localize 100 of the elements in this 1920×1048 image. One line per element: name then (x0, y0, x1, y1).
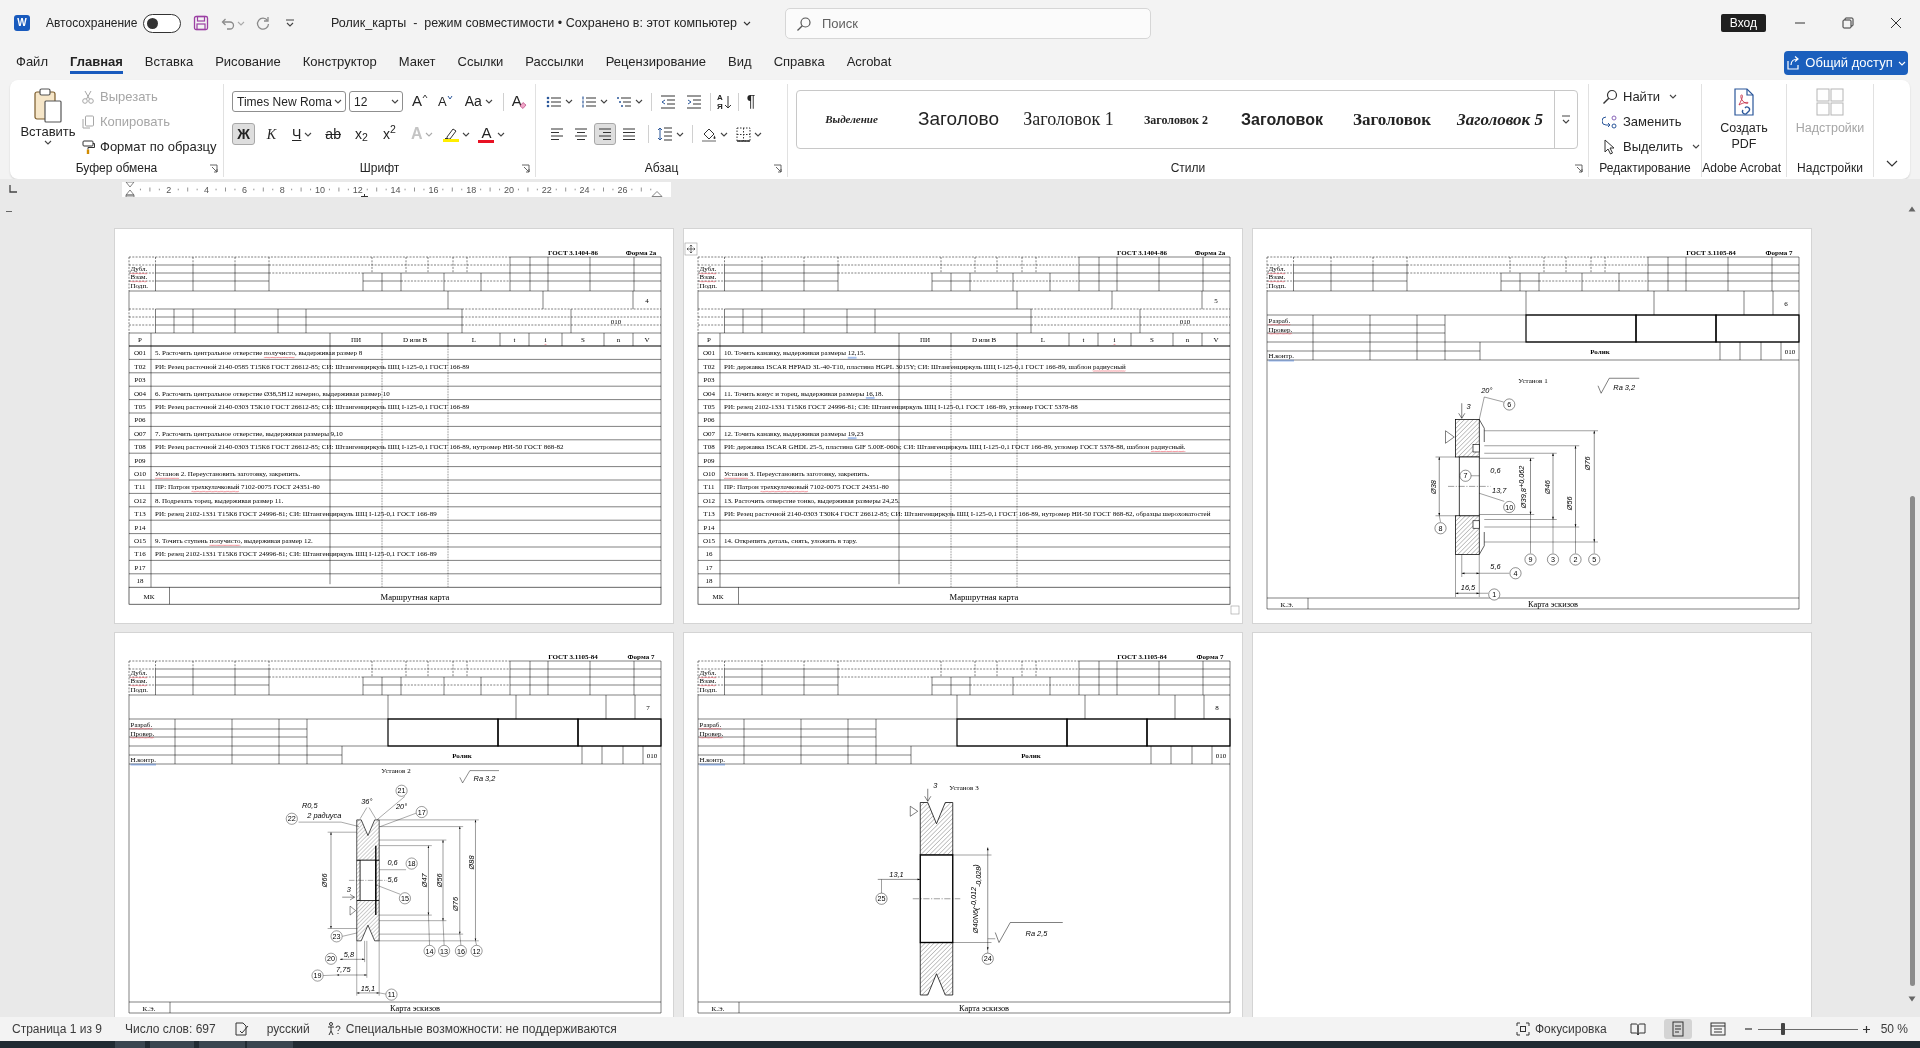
shrink-font-button[interactable]: A (435, 91, 456, 112)
align-right-button[interactable] (594, 123, 616, 145)
redo-icon[interactable] (255, 15, 272, 31)
menu-tab[interactable]: Справка (773, 52, 825, 74)
replace-button[interactable]: Заменить (1602, 109, 1701, 134)
menu-tab[interactable]: Вид (728, 52, 752, 74)
ruler-number: 6 (241, 184, 247, 194)
dimension-label: 3 (933, 780, 938, 790)
font-size-field[interactable]: 12 (349, 91, 403, 112)
document-title[interactable]: Ролик_карты - режим совместимости • Сохранено в: этот компьютер (331, 13, 751, 33)
font-name-field[interactable]: Times New Roma (232, 91, 346, 112)
clear-formatting-button[interactable]: A (509, 91, 529, 112)
sort-button[interactable]: А Я (717, 91, 732, 112)
caret-down-icon (1897, 60, 1906, 66)
style-item[interactable]: Заголовок (1226, 91, 1338, 148)
minus-icon[interactable] (1743, 1025, 1753, 1033)
zoom-slider-thumb[interactable] (1780, 1023, 1785, 1035)
find-button[interactable]: Найти (1602, 84, 1701, 109)
menu-tab[interactable]: Acrobat (846, 52, 892, 74)
paste-button[interactable]: Вставить (22, 84, 74, 159)
zoom-level-button[interactable]: 50 % (1880, 1020, 1908, 1038)
plus-icon[interactable] (1861, 1024, 1871, 1034)
multilevel-list-icon (616, 94, 632, 109)
save-icon[interactable] (193, 15, 210, 31)
superscript-button[interactable]: x$^{2}$ (377, 123, 401, 145)
create-pdf-button[interactable]: Создать PDF (1714, 88, 1774, 152)
menu-tab[interactable]: Главная (69, 52, 123, 74)
close-icon[interactable] (1890, 17, 1902, 29)
accessibility-button[interactable]: Специальные возможности: не поддерживаются (325, 1020, 617, 1038)
callout-marker: 11 (385, 988, 398, 1001)
dialog-launcher-icon[interactable] (209, 163, 218, 173)
tab-selector-icon[interactable] (8, 184, 18, 194)
page-count-button[interactable]: Страница 1 из 9 (12, 1020, 102, 1038)
bulleted-list-icon (546, 94, 562, 109)
menu-tab[interactable]: Файл (16, 52, 48, 74)
style-item[interactable]: Выделение (797, 91, 906, 148)
format-painter-button[interactable]: Формат по образцу (81, 134, 217, 159)
group-label: Редактирование (1599, 160, 1691, 177)
proofing-icon[interactable] (233, 1021, 250, 1037)
subscript-button[interactable]: x$_{2}$ (349, 123, 373, 145)
style-item[interactable]: Заголовок 1 (1011, 91, 1126, 148)
paint-bucket-icon (701, 126, 717, 142)
menu-tab[interactable]: Макет (398, 52, 436, 74)
strikethrough-button[interactable]: ab (321, 123, 345, 145)
dialog-launcher-icon[interactable] (1574, 163, 1583, 173)
indent-marker-icon[interactable] (125, 181, 135, 197)
grow-font-button[interactable]: A (409, 91, 431, 112)
ruler-number: 2 (166, 184, 172, 194)
resize-handle-icon[interactable] (1230, 605, 1240, 615)
menu-tab[interactable]: Рассылки (525, 52, 584, 74)
italic-button[interactable]: К (260, 123, 283, 145)
move-handle-icon[interactable] (684, 242, 698, 256)
menu-tab[interactable]: Рисование (215, 52, 281, 74)
caret-down-icon (304, 131, 313, 137)
print-layout-button[interactable] (1663, 1019, 1692, 1039)
dimension-line (1552, 453, 1554, 520)
sign-in-button[interactable]: Вход (1720, 14, 1766, 32)
autosave-toggle[interactable] (143, 13, 182, 33)
style-item[interactable]: Заголовок 5 (1446, 91, 1554, 148)
scrollbar-thumb[interactable] (1909, 496, 1915, 986)
caret-down-icon (676, 131, 684, 137)
right-indent-marker-icon[interactable] (651, 190, 663, 197)
dimension-label: Ø46 (1542, 480, 1552, 494)
menu-tab[interactable]: Ссылки (457, 52, 504, 74)
dialog-launcher-icon[interactable] (521, 163, 530, 173)
zoom-slider[interactable] (1757, 1023, 1858, 1035)
menu-tab[interactable]: Конструктор (302, 52, 377, 74)
show-formatting-marks-button[interactable]: ¶ (746, 91, 756, 112)
caret-down-icon (425, 131, 434, 137)
font-color-button[interactable]: A (478, 123, 506, 145)
chevron-down-icon[interactable] (1886, 160, 1898, 167)
menu-tab[interactable]: Вставка (144, 52, 194, 74)
style-item[interactable]: Заголово (906, 91, 1011, 148)
style-item[interactable]: Заголовок 2 (1126, 91, 1226, 148)
bold-button[interactable]: Ж (232, 123, 255, 145)
vertical-ruler (6, 211, 12, 212)
caret-down-icon (334, 99, 342, 104)
select-button[interactable]: Выделить (1602, 134, 1701, 159)
scroll-up-arrow-icon[interactable] (1908, 206, 1916, 212)
search-field[interactable]: Поиск (785, 7, 1151, 39)
underline-button[interactable]: Ч (288, 123, 317, 145)
dimension-label: 3 (1466, 401, 1471, 411)
share-button[interactable]: Общий доступ (1784, 51, 1908, 75)
tab-stop-icon[interactable] (360, 193, 369, 197)
style-item[interactable]: Заголовок (1338, 91, 1446, 148)
menu-tab[interactable]: Рецензирование (605, 52, 707, 74)
scroll-down-arrow-icon[interactable] (1908, 996, 1916, 1002)
ruler-number: 24 (579, 184, 590, 194)
language-button[interactable]: русский (266, 1020, 310, 1038)
customize-toolbar-icon[interactable] (285, 19, 296, 27)
restore-icon[interactable] (1842, 17, 1854, 29)
leader-line (881, 879, 882, 894)
change-case-button[interactable]: Aa (461, 91, 496, 112)
focus-button[interactable]: Фокусировка (1515, 1020, 1607, 1038)
callout-marker: 19 (311, 969, 324, 982)
callout-marker: 16 (455, 945, 467, 957)
dialog-launcher-icon[interactable] (773, 163, 782, 173)
dimension-line (877, 878, 921, 881)
caret-down-icon (391, 99, 399, 104)
word-count-button[interactable]: Число слов: 697 (124, 1020, 216, 1038)
